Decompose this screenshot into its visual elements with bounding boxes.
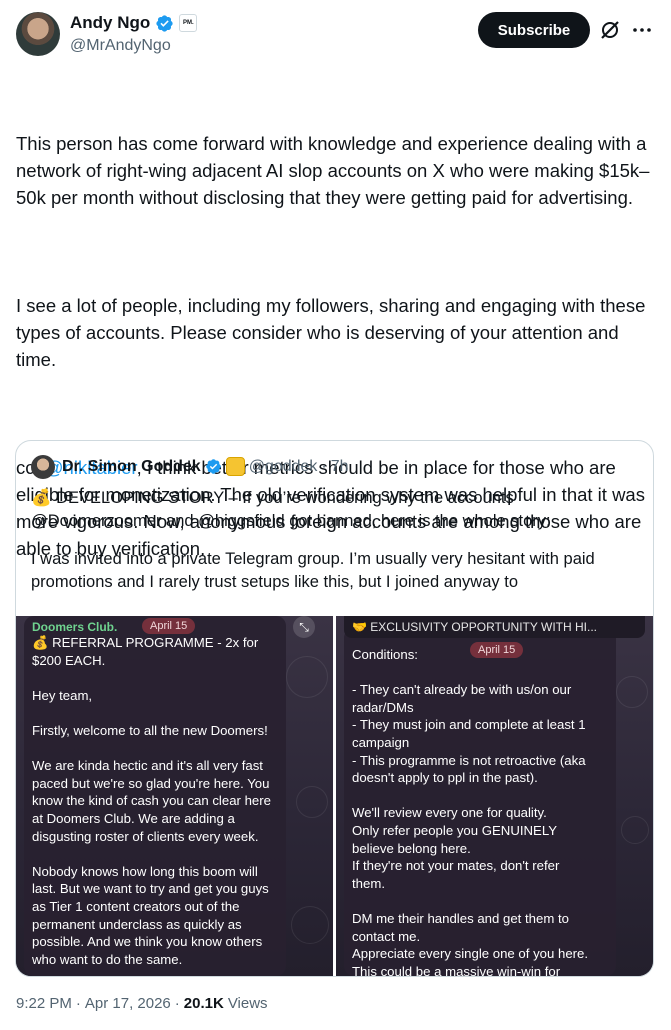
quoted-author-handle[interactable]: @goddek xyxy=(249,458,318,476)
affiliate-badge[interactable]: PM. xyxy=(179,14,198,32)
date-chip: April 15 xyxy=(142,618,196,634)
pinned-message-text: 🤝 EXCLUSIVITY OPPORTUNITY WITH HI... xyxy=(352,620,597,634)
pinned-message-bar[interactable]: 🤝 EXCLUSIVITY OPPORTUNITY WITH HI... xyxy=(344,616,645,638)
message-text: 💰 REFERRAL PROGRAMME - 2x for $200 EACH.… xyxy=(32,635,271,967)
background-doodle xyxy=(291,906,329,944)
author-name-row: Andy Ngo PM. xyxy=(70,13,198,33)
quoted-paragraph: I was invited into a private Telegram gr… xyxy=(31,550,595,591)
message-text: Conditions: - They can't already be with… xyxy=(352,647,589,976)
views-count: 20.1K xyxy=(183,995,224,1012)
author-name[interactable]: Andy Ngo xyxy=(70,13,150,33)
verified-badge-icon xyxy=(156,14,173,32)
quoted-post[interactable]: Dr. Simon Goddek @goddek · 7h 💰 DEVELOPI… xyxy=(15,440,654,977)
quoted-text: 💰 DEVELOPING STORY – If you’re wondering… xyxy=(31,487,641,609)
verified-badge-icon xyxy=(205,459,221,474)
message-bubble: April 15 Conditions: - They can't alread… xyxy=(344,628,616,976)
telegram-screenshot: April 15 Conditions: - They can't alread… xyxy=(336,616,653,976)
views-label: Views xyxy=(227,995,268,1012)
quoted-author-name[interactable]: Dr. Simon Goddek xyxy=(62,458,201,476)
separator-dot: · xyxy=(75,995,81,1012)
quoted-paragraph: 💰 DEVELOPING STORY – If you’re wondering… xyxy=(31,489,551,530)
expand-icon[interactable]: ⤡ xyxy=(293,616,315,638)
background-doodle xyxy=(616,676,648,708)
telegram-screenshot: Doomers Club. April 15 💰 REFERRAL PROGRA… xyxy=(16,616,333,976)
post-date[interactable]: Apr 17, 2026 xyxy=(85,995,171,1012)
background-doodle xyxy=(296,786,328,818)
author-handle[interactable]: @MrAndyNgo xyxy=(70,37,171,55)
group-name: Doomers Club. xyxy=(32,620,118,634)
separator-dot: · xyxy=(321,457,327,475)
background-doodle xyxy=(286,656,328,698)
tweet-paragraph: I see a lot of people, including my foll… xyxy=(16,295,651,370)
quoted-image-right[interactable]: April 15 Conditions: - They can't alread… xyxy=(336,616,653,976)
quoted-author-avatar[interactable] xyxy=(31,455,55,479)
background-doodle xyxy=(621,816,649,844)
affiliate-badge-icon[interactable] xyxy=(225,457,245,476)
subscribe-button[interactable]: Subscribe xyxy=(478,12,590,48)
post-time[interactable]: 9:22 PM xyxy=(16,995,72,1012)
more-icon[interactable] xyxy=(630,18,654,42)
post-meta: 9:22 PM · Apr 17, 2026 · 20.1K Views xyxy=(16,995,268,1012)
author-avatar[interactable] xyxy=(16,12,60,56)
grok-icon[interactable] xyxy=(598,18,622,42)
quoted-timestamp[interactable]: 7h xyxy=(331,458,349,476)
separator-dot: · xyxy=(174,995,180,1012)
quoted-image-left[interactable]: Doomers Club. April 15 💰 REFERRAL PROGRA… xyxy=(16,616,333,976)
quoted-header: Dr. Simon Goddek @goddek · 7h xyxy=(62,457,349,476)
message-bubble: Doomers Club. April 15 💰 REFERRAL PROGRA… xyxy=(24,616,286,976)
tweet-paragraph: This person has come forward with knowle… xyxy=(16,133,652,208)
